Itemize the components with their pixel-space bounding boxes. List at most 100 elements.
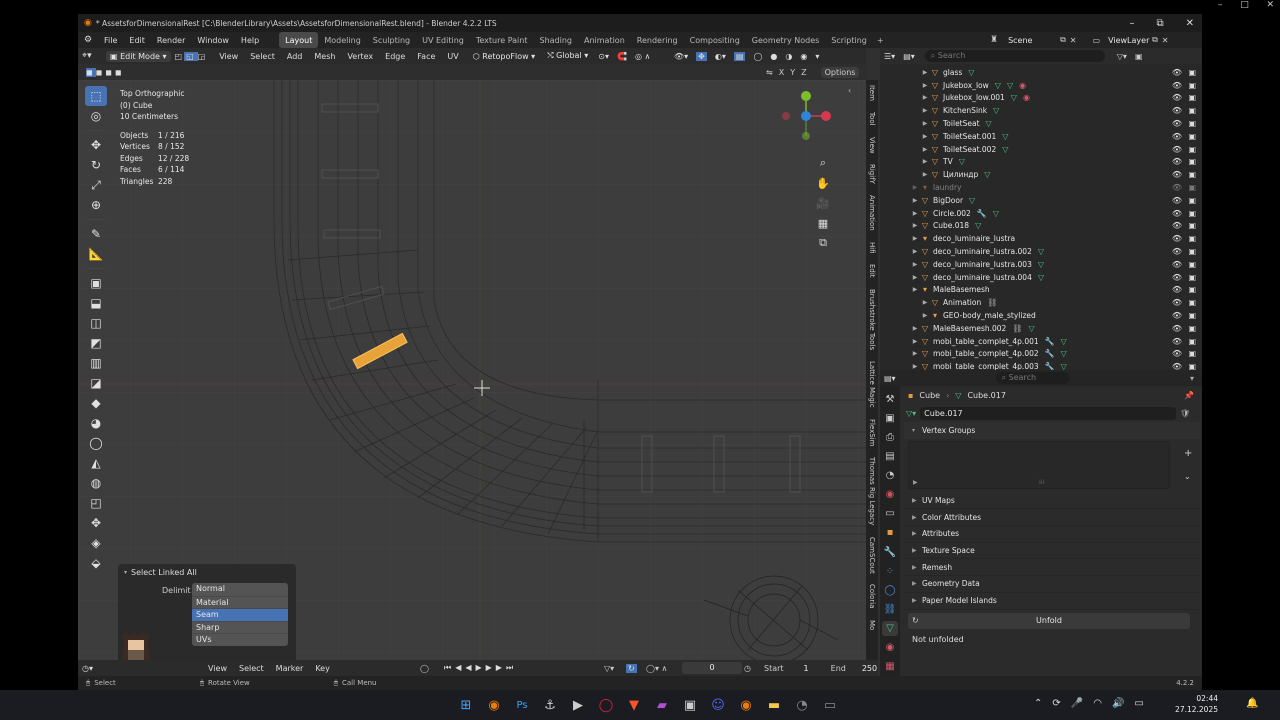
- current-frame-field[interactable]: 0: [682, 662, 742, 674]
- pivot-icon[interactable]: ⊙▾: [598, 52, 609, 61]
- expand-arrow-icon[interactable]: ▶: [910, 210, 920, 217]
- outliner-row[interactable]: ▶ ▽ Цилиндр ▽ 👁 ▣: [880, 168, 1202, 181]
- photoshop-task-icon[interactable]: Ps: [511, 694, 533, 716]
- expand-arrow-icon[interactable]: ▶: [920, 94, 930, 101]
- timeline-editor-icon[interactable]: ◷▾: [82, 664, 102, 673]
- viewport-menu-mesh[interactable]: Mesh: [308, 48, 341, 64]
- delete-viewlayer-icon[interactable]: ✕: [1162, 36, 1169, 45]
- outliner-row[interactable]: ▶ ▽ KitchenSink ▽ 👁 ▣: [880, 104, 1202, 117]
- viewport-menu-uv[interactable]: UV: [441, 48, 464, 64]
- visibility-eye-icon[interactable]: 👁: [1172, 119, 1182, 128]
- options-button[interactable]: Options: [820, 66, 860, 78]
- expand-arrow-icon[interactable]: ▶: [920, 299, 930, 306]
- move-tool[interactable]: ✥: [85, 135, 107, 155]
- panel-color-attributes[interactable]: ▶ Color Attributes: [904, 509, 1200, 527]
- keying-icon[interactable]: ◯▾ ∧: [646, 664, 667, 673]
- tool-tab-icon[interactable]: ⚒: [882, 392, 898, 407]
- tab-rendering[interactable]: Rendering: [631, 32, 684, 48]
- spin-tool[interactable]: ◕: [85, 413, 107, 433]
- delimit-option-sharp[interactable]: Sharp: [192, 620, 288, 634]
- object-tab-icon[interactable]: ▪: [882, 525, 898, 540]
- expand-arrow-icon[interactable]: ▶: [910, 197, 920, 204]
- viewport-menu-view[interactable]: View: [213, 48, 244, 64]
- visibility-eye-icon[interactable]: 👁: [1172, 170, 1182, 179]
- n-tab-view[interactable]: View: [868, 132, 876, 160]
- visibility-eye-icon[interactable]: 👁: [1172, 145, 1182, 154]
- shading-menu-icon[interactable]: ▾: [815, 52, 819, 61]
- orientation-selector[interactable]: ⤭ Global ▾: [547, 51, 588, 61]
- outliner-row[interactable]: ▶ ▾ GEO-body_male_stylized 👁 ▣: [880, 309, 1202, 322]
- capture-task-icon[interactable]: ▣: [679, 694, 701, 716]
- material-tab-icon[interactable]: ◉: [882, 640, 898, 655]
- end-frame-field[interactable]: 250: [862, 664, 877, 673]
- filter-icon[interactable]: ▽▾: [604, 664, 614, 673]
- vertex-groups-panel[interactable]: ▾ Vertex Groups: [904, 422, 1200, 439]
- app2-task-icon[interactable]: ◔: [791, 694, 813, 716]
- expand-arrow-icon[interactable]: ▶: [910, 235, 920, 242]
- editor-type-icon[interactable]: ⌖▾: [82, 51, 102, 61]
- render-camera-icon[interactable]: ▣: [1188, 170, 1196, 179]
- viewport-menu-face[interactable]: Face: [411, 48, 441, 64]
- constraints-tab-icon[interactable]: ⛓: [882, 602, 898, 617]
- ortho-grid-icon[interactable]: ▦: [814, 214, 832, 232]
- mesh-name-field[interactable]: Cube.017: [920, 406, 1177, 420]
- menu-edit[interactable]: Edit: [123, 32, 151, 48]
- shading-solid-icon[interactable]: ●: [770, 52, 777, 61]
- render-camera-icon[interactable]: ▣: [1188, 324, 1196, 333]
- close-icon[interactable]: ✕: [1266, 0, 1274, 14]
- render-camera-icon[interactable]: ▣: [1188, 260, 1196, 269]
- app3-task-icon[interactable]: ▭: [819, 694, 841, 716]
- sculpt-tool[interactable]: ⬙: [85, 553, 107, 573]
- visibility-eye-icon[interactable]: 👁: [1172, 196, 1182, 205]
- n-tab-camscout[interactable]: CamSCout: [868, 532, 876, 580]
- outliner-row[interactable]: ▶ ▽ deco_luminaire_lustra.002 ▽ 👁 ▣: [880, 245, 1202, 258]
- panel-remesh[interactable]: ▶ Remesh: [904, 559, 1200, 577]
- render-camera-icon[interactable]: ▣: [1188, 132, 1196, 141]
- expand-arrow-icon[interactable]: ▶: [910, 222, 920, 229]
- unfold-button[interactable]: Unfold: [908, 616, 1190, 625]
- panel-uv-maps[interactable]: ▶ UV Maps: [904, 493, 1200, 510]
- expand-arrow-icon[interactable]: ▶: [910, 286, 920, 293]
- delimit-option-uvs[interactable]: UVs: [192, 633, 288, 646]
- scene-selector[interactable]: Scene: [1008, 36, 1056, 45]
- outliner-row[interactable]: ▶ ▽ ToiletSeat.002 ▽ 👁 ▣: [880, 143, 1202, 156]
- expand-arrow-icon[interactable]: ▶: [920, 158, 930, 165]
- visibility-eye-icon[interactable]: 👁: [1172, 234, 1182, 243]
- expand-arrow-icon[interactable]: ▶: [920, 171, 930, 178]
- extrude-tool[interactable]: ⬓: [85, 293, 107, 313]
- outliner-row[interactable]: ▶ ▽ deco_luminaire_lustra.003 ▽ 👁 ▣: [880, 258, 1202, 271]
- tab-scripting[interactable]: Scripting: [825, 32, 873, 48]
- render-camera-icon[interactable]: ▣: [1188, 196, 1196, 205]
- expand-arrow-icon[interactable]: ▶: [920, 82, 930, 89]
- delete-scene-icon[interactable]: ✕: [1070, 36, 1077, 45]
- camera-view-icon[interactable]: 🎥: [814, 194, 832, 212]
- n-tab-thomas-rig-legacy[interactable]: Thomas Rig Legacy: [868, 452, 876, 532]
- tab-sculpting[interactable]: Sculpting: [367, 32, 416, 48]
- start-icon[interactable]: ⊞: [455, 694, 477, 716]
- render-camera-icon[interactable]: ▣: [1188, 145, 1196, 154]
- maximize-icon[interactable]: □: [1240, 0, 1249, 14]
- shear-tool[interactable]: ◰: [85, 493, 107, 513]
- visibility-eye-icon[interactable]: 👁: [1172, 311, 1182, 320]
- properties-editor-icon[interactable]: ▤▾: [884, 374, 896, 383]
- outliner-row[interactable]: ▶ ▽ Cube.018 ▽ 👁 ▣: [880, 220, 1202, 233]
- render-camera-icon[interactable]: ▣: [1188, 273, 1196, 282]
- tab-modeling[interactable]: Modeling: [318, 32, 366, 48]
- tab-texture-paint[interactable]: Texture Paint: [470, 32, 534, 48]
- retopoflow-menu[interactable]: ⬡ RetopoFlow ▾: [473, 52, 535, 61]
- expand-arrow-icon[interactable]: ▶: [910, 350, 920, 357]
- n-tab-mo[interactable]: Mo: [868, 615, 876, 637]
- n-tab-edit[interactable]: Edit: [868, 259, 876, 284]
- tray-chevron-icon[interactable]: ⌃: [1034, 698, 1042, 709]
- visibility-eye-icon[interactable]: 👁: [1172, 349, 1182, 358]
- blender-task-icon[interactable]: ◉: [483, 694, 505, 716]
- fake-user-icon[interactable]: 🛡: [1180, 409, 1190, 418]
- vertex-groups-list[interactable]: ▶ ⁞⁞⁞: [908, 440, 1170, 489]
- poly-build-tool[interactable]: ◆: [85, 393, 107, 413]
- expand-arrow-icon[interactable]: ▶: [910, 184, 920, 191]
- panel-paper-model-islands[interactable]: ▶ Paper Model Islands: [904, 593, 1200, 610]
- expand-arrow-icon[interactable]: ▶: [910, 248, 920, 255]
- delimit-option-seam[interactable]: Seam: [192, 608, 288, 621]
- edge-slide-tool[interactable]: ◭: [85, 453, 107, 473]
- tab-animation[interactable]: Animation: [578, 32, 631, 48]
